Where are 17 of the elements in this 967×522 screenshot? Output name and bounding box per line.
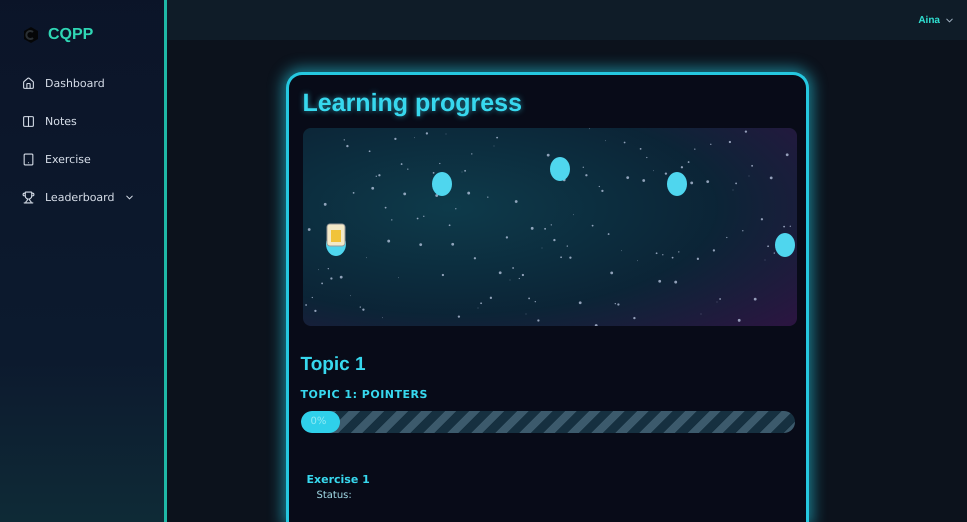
status-label: Status: <box>316 490 353 501</box>
app-logo: CQPP <box>48 26 94 44</box>
topic-title: Topic 1 <box>300 354 367 376</box>
topic-subtitle: TOPIC 1: POINTERS <box>300 388 429 401</box>
columns-icon <box>22 115 35 128</box>
sidebar-item[interactable]: Notes <box>22 115 77 128</box>
user-menu[interactable]: Aina <box>918 14 955 26</box>
home-icon <box>22 77 35 90</box>
sidebar-item[interactable]: Leaderboard <box>22 191 136 204</box>
logo-icon <box>22 26 40 44</box>
card-title: Learning progress <box>302 89 523 118</box>
sidebar-item[interactable]: Dashboard <box>22 77 105 90</box>
tablet-icon <box>22 153 35 166</box>
trophy-icon <box>22 191 35 204</box>
sidebar-item[interactable]: Exercise <box>22 153 91 166</box>
progress-reading: 0% <box>310 416 326 427</box>
exercise-title: Exercise 1 <box>306 473 371 486</box>
